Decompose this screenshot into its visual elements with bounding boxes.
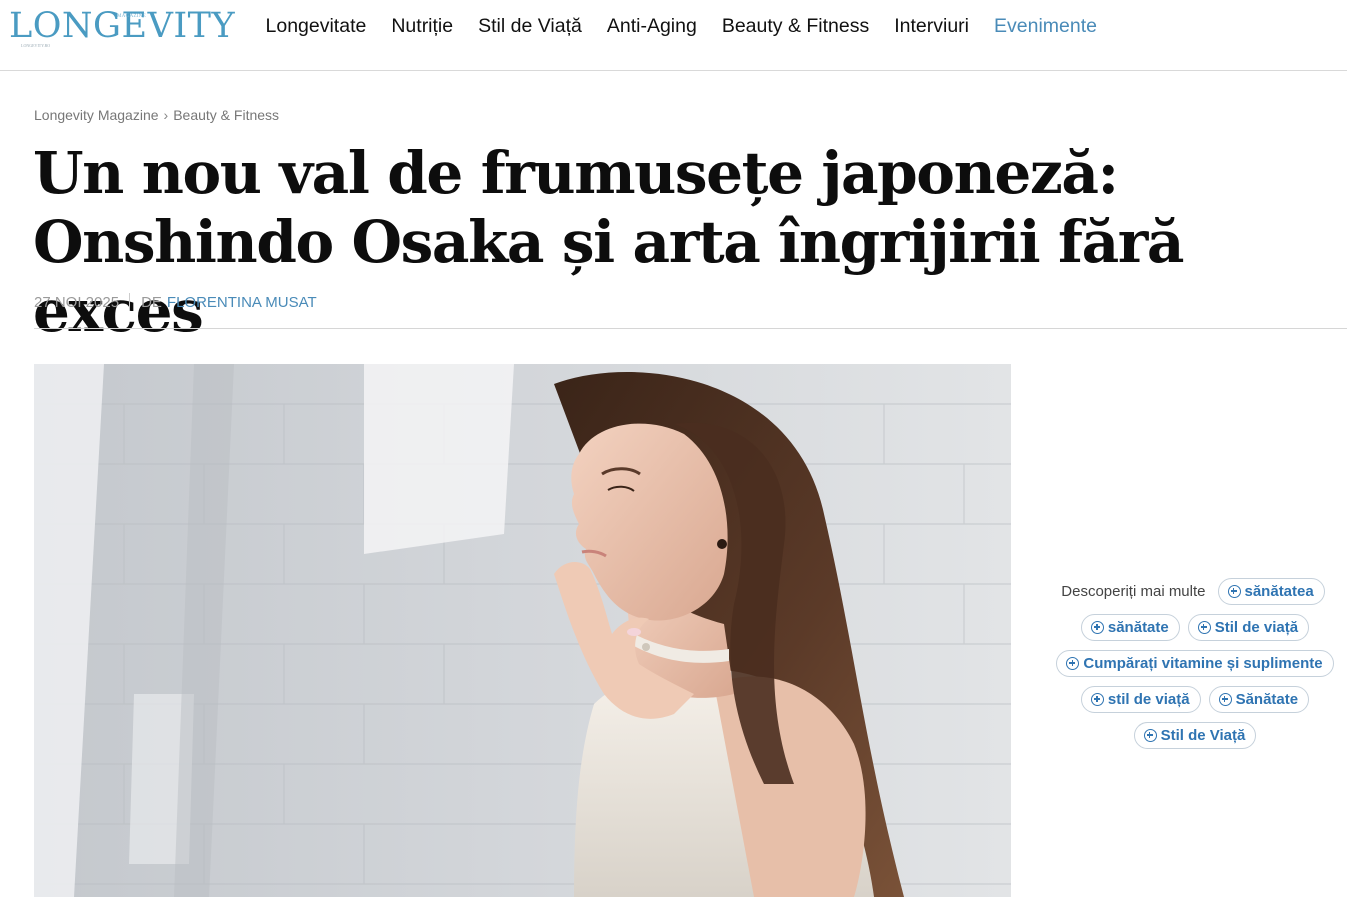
chip-label: Cumpărați vitamine și suplimente — [1083, 655, 1323, 672]
breadcrumb: Longevity Magazine › Beauty & Fitness — [34, 107, 279, 123]
discover-more-label: Descoperiți mai multe — [1061, 583, 1206, 600]
hero-image — [34, 364, 1011, 897]
chip-label: Stil de Viață — [1160, 727, 1246, 744]
plus-circle-icon — [1066, 657, 1080, 670]
topic-chip[interactable]: sănătate — [1080, 614, 1180, 641]
nav-item-stil-de-viata[interactable]: Stil de Viață — [478, 14, 582, 38]
discover-more-widget: Descoperiți mai multe sănătatea sănătate… — [1050, 578, 1340, 758]
topic-chip[interactable]: Sănătate — [1208, 686, 1310, 713]
header-divider — [34, 328, 1347, 329]
chip-label: Sănătate — [1235, 691, 1299, 708]
breadcrumb-category-link[interactable]: Beauty & Fitness — [173, 107, 279, 123]
plus-circle-icon — [1143, 729, 1157, 742]
chip-label: sănătate — [1107, 619, 1169, 636]
breadcrumb-home-link[interactable]: Longevity Magazine — [34, 107, 159, 123]
site-logo[interactable]: LONGEVITY MAGAZINE LONGEVITY.RO — [9, 6, 235, 48]
plus-circle-icon — [1090, 621, 1104, 634]
topic-chip[interactable]: sănătatea — [1217, 578, 1325, 605]
byline-prefix: DE — [141, 293, 162, 311]
author-link[interactable]: FLORENTINA MUSAT — [167, 294, 317, 311]
topic-chip[interactable]: stil de viață — [1080, 686, 1201, 713]
chip-label: sănătatea — [1244, 583, 1314, 600]
chip-label: Stil de viață — [1214, 619, 1299, 636]
article-title: Un nou val de frumusețe japoneză: Onshin… — [33, 139, 1185, 345]
nav-item-interviuri[interactable]: Interviuri — [894, 14, 969, 38]
nav-item-anti-aging[interactable]: Anti-Aging — [607, 14, 697, 38]
plus-circle-icon — [1218, 693, 1232, 706]
topic-chip[interactable]: Cumpărați vitamine și suplimente — [1056, 650, 1334, 677]
nav-item-longevitate[interactable]: Longevitate — [266, 14, 367, 38]
nav-item-beauty-fitness[interactable]: Beauty & Fitness — [722, 14, 869, 38]
site-header: LONGEVITY MAGAZINE LONGEVITY.RO Longevit… — [0, 0, 1347, 71]
main-nav: Longevitate Nutriție Stil de Viață Anti-… — [253, 14, 1109, 38]
topic-chip[interactable]: Stil de Viață — [1133, 722, 1257, 749]
article-date: 27 NOI 2025 — [34, 293, 120, 311]
plus-circle-icon — [1197, 621, 1211, 634]
nav-item-evenimente[interactable]: Evenimente — [994, 14, 1097, 38]
logo-wordmark: LONGEVITY — [9, 6, 236, 46]
chip-label: stil de viață — [1107, 691, 1190, 708]
plus-circle-icon — [1227, 585, 1241, 598]
nav-item-nutritie[interactable]: Nutriție — [391, 14, 453, 38]
plus-circle-icon — [1090, 693, 1104, 706]
breadcrumb-separator: › — [163, 107, 169, 123]
meta-divider — [129, 293, 131, 311]
topic-chip[interactable]: Stil de viață — [1187, 614, 1310, 641]
logo-badge: MAGAZINE — [117, 14, 147, 19]
article-meta: 27 NOI 2025 DE FLORENTINA MUSAT — [34, 293, 317, 311]
logo-subtext: LONGEVITY.RO — [21, 43, 51, 48]
